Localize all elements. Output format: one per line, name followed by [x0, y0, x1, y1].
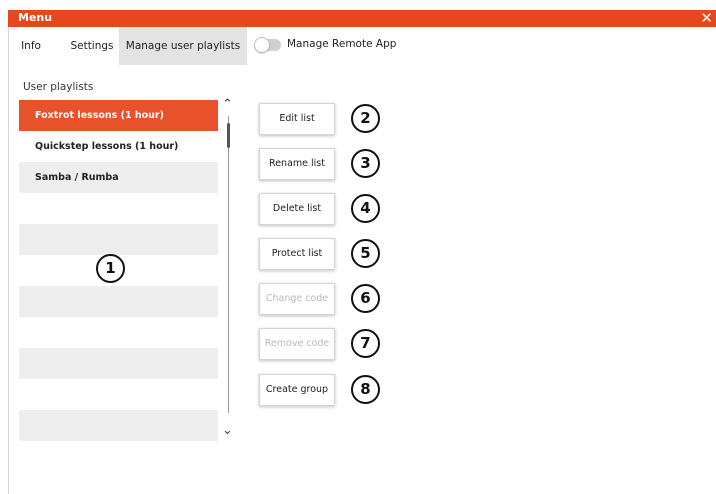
list-item[interactable]: [19, 286, 218, 317]
list-item[interactable]: [19, 410, 218, 441]
callout-1: 1: [96, 254, 125, 283]
list-item[interactable]: [19, 317, 218, 348]
remote-app-toggle-label: Manage Remote App: [287, 38, 397, 50]
change-code-button[interactable]: Change code: [259, 283, 335, 315]
protect-list-button[interactable]: Protect list: [259, 238, 335, 270]
list-item[interactable]: [19, 224, 218, 255]
tab-settings[interactable]: Settings: [57, 27, 127, 65]
close-icon[interactable]: ✕: [700, 8, 713, 28]
list-item[interactable]: Samba / Rumba: [19, 162, 218, 193]
list-item[interactable]: [19, 193, 218, 224]
callout-3: 3: [351, 149, 380, 178]
list-item[interactable]: Foxtrot lessons (1 hour): [19, 100, 218, 131]
scroll-down-icon[interactable]: ⌄: [222, 423, 233, 438]
list-item[interactable]: [19, 348, 218, 379]
user-playlists-heading: User playlists: [23, 81, 94, 93]
toggle-knob: [254, 37, 270, 53]
callout-7: 7: [351, 329, 380, 358]
scroll-up-icon[interactable]: ⌃: [222, 97, 233, 112]
scrollbar-thumb[interactable]: [227, 123, 230, 148]
tab-manage-user-playlists[interactable]: Manage user playlists: [119, 27, 247, 65]
title-bar: Menu ✕: [8, 8, 716, 28]
rename-list-button[interactable]: Rename list: [259, 148, 335, 180]
remove-code-button[interactable]: Remove code: [259, 328, 335, 360]
tab-info[interactable]: Info: [9, 27, 53, 65]
callout-4: 4: [351, 194, 380, 223]
callout-6: 6: [351, 284, 380, 313]
callout-8: 8: [351, 375, 380, 404]
list-item[interactable]: Quickstep lessons (1 hour): [19, 131, 218, 162]
scrollbar-track[interactable]: [228, 116, 229, 413]
list-item[interactable]: [19, 379, 218, 410]
callout-2: 2: [351, 104, 380, 133]
create-group-button[interactable]: Create group: [259, 374, 335, 406]
window-title: Menu: [18, 11, 53, 24]
menu-window: Info Settings Manage user playlists Mana…: [8, 27, 716, 494]
delete-list-button[interactable]: Delete list: [259, 193, 335, 225]
remote-app-toggle[interactable]: [254, 37, 281, 53]
edit-list-button[interactable]: Edit list: [259, 103, 335, 135]
callout-5: 5: [351, 239, 380, 268]
